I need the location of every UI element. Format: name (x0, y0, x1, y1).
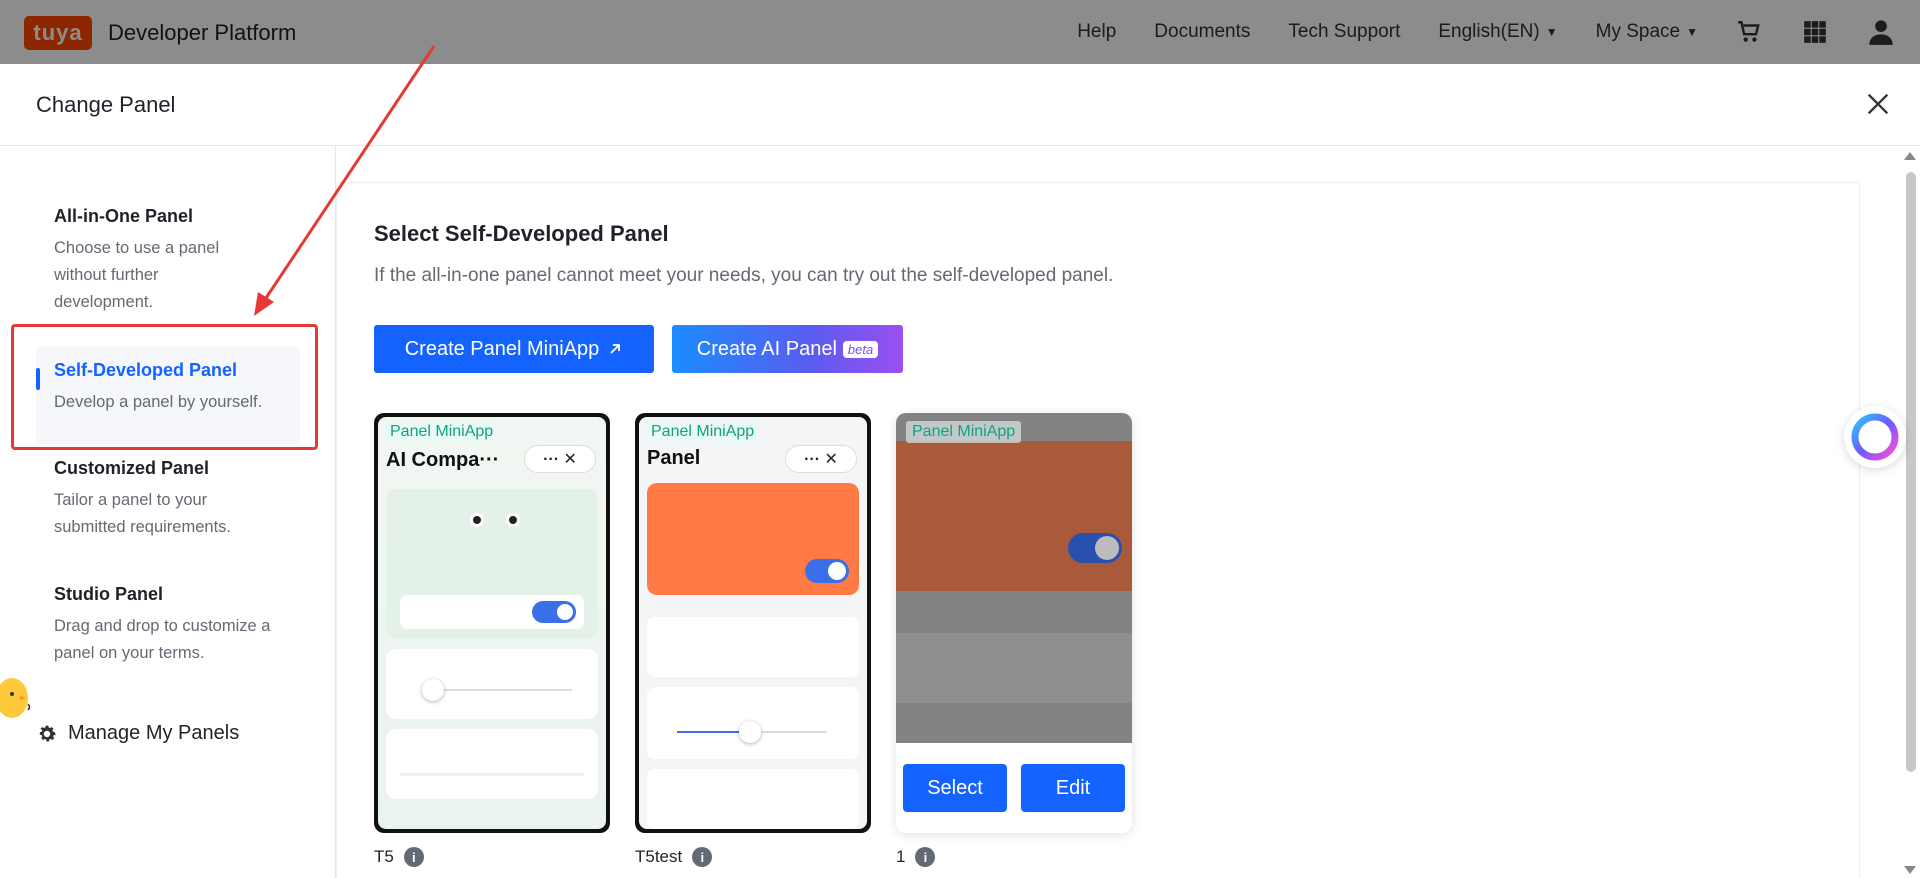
nav-documents[interactable]: Documents (1154, 21, 1250, 43)
panel-tag: Panel MiniApp (645, 421, 761, 443)
drawer-title: Change Panel (36, 92, 176, 117)
nav-language[interactable]: English(EN) ▼ (1438, 21, 1557, 43)
menu-item-desc: Develop a panel by yourself. (54, 393, 263, 411)
change-panel-drawer: Change Panel All-in-One Panel Choose to … (0, 64, 1920, 878)
menu-item-title: Customized Panel (54, 458, 210, 478)
cart-icon[interactable] (1734, 17, 1764, 47)
more-close-pill: ··· ✕ (785, 445, 857, 473)
caret-down-icon: ▼ (1545, 25, 1558, 39)
nav-my-space[interactable]: My Space ▼ (1596, 21, 1698, 43)
menu-item-desc: Tailor a panel to your submitted require… (54, 491, 231, 536)
section-description: If the all-in-one panel cannot meet your… (374, 265, 1114, 286)
menu-item-desc: Choose to use a panel without further de… (54, 239, 220, 311)
panel-preview: Panel ··· ✕ (639, 417, 867, 829)
create-panel-miniapp-button[interactable]: Create Panel MiniApp (374, 325, 654, 373)
user-avatar-icon[interactable] (1866, 17, 1896, 47)
panel-tag: Panel MiniApp (384, 421, 500, 443)
panel-preview-header: Panel (647, 447, 701, 469)
panel-card-t5test[interactable]: Panel ··· ✕ Panel MiniApp (635, 413, 871, 833)
top-nav-links: Help Documents Tech Support English(EN) ▼… (1039, 0, 1896, 64)
scrollbar[interactable] (1902, 146, 1920, 878)
top-navigation-bar: tuya Developer Platform Help Documents T… (0, 0, 1920, 64)
panel-name-t5: T5 i (374, 847, 424, 867)
panel-hover-actions: Select Edit (896, 743, 1132, 833)
select-button[interactable]: Select (903, 764, 1007, 812)
menu-item-self-developed[interactable]: Self-Developed Panel Develop a panel by … (36, 346, 300, 444)
info-icon[interactable]: i (915, 847, 936, 867)
caret-down-icon: ▼ (1686, 25, 1698, 39)
info-icon[interactable]: i (403, 847, 424, 867)
info-icon[interactable]: i (692, 847, 713, 867)
panel-card-t5[interactable]: AI Compa··· ··· ✕ Panel MiniApp (374, 413, 610, 833)
eye-icon (470, 513, 484, 527)
menu-item-studio[interactable]: Studio Panel Drag and drop to customize … (36, 570, 300, 681)
toggle-switch (805, 559, 849, 583)
manage-my-panels-label: Manage My Panels (68, 722, 240, 744)
toggle-switch (532, 601, 576, 623)
ai-assistant-button[interactable] (1844, 406, 1906, 468)
menu-item-customized[interactable]: Customized Panel Tailor a panel to your … (36, 444, 300, 555)
manage-my-panels-link[interactable]: Manage My Panels (36, 722, 239, 745)
drawer-header: Change Panel (0, 64, 1920, 146)
scroll-down-arrow-icon[interactable] (1904, 866, 1916, 874)
brand-name: Developer Platform (108, 20, 297, 45)
panel-preview-header: AI Compa··· (386, 449, 500, 471)
menu-item-all-in-one[interactable]: All-in-One Panel Choose to use a panel w… (36, 192, 300, 330)
menu-item-desc: Drag and drop to customize a panel on yo… (54, 617, 271, 662)
menu-item-title: Self-Developed Panel (54, 360, 238, 380)
eye-icon (506, 513, 520, 527)
more-close-pill: ··· ✕ (524, 445, 596, 473)
main-content: Select Self-Developed Panel If the all-i… (336, 146, 1920, 878)
panel-tag: Panel MiniApp (906, 421, 1022, 443)
menu-item-title: Studio Panel (54, 584, 164, 604)
close-icon[interactable] (1864, 90, 1892, 118)
panel-preview (896, 413, 1132, 743)
nav-tech-support[interactable]: Tech Support (1288, 21, 1400, 43)
panel-name-1: 1 i (896, 847, 936, 867)
panel-name-t5test: T5test i (635, 847, 713, 867)
menu-item-title: All-in-One Panel (54, 206, 194, 226)
beta-badge: beta (842, 340, 879, 358)
panel-preview: AI Compa··· ··· ✕ (378, 417, 606, 829)
panel-type-menu: All-in-One Panel Choose to use a panel w… (0, 146, 336, 878)
scrollbar-thumb[interactable] (1906, 172, 1916, 772)
tuya-logo[interactable]: tuya (24, 16, 92, 50)
apps-grid-icon[interactable] (1800, 17, 1830, 47)
ai-assistant-icon (1851, 413, 1899, 461)
scroll-up-arrow-icon[interactable] (1904, 152, 1916, 160)
gear-icon (39, 725, 56, 741)
edit-button[interactable]: Edit (1021, 764, 1125, 812)
panel-card-1[interactable]: Panel MiniApp Select Edit (896, 413, 1132, 833)
create-ai-panel-button[interactable]: Create AI Panel beta (672, 325, 903, 373)
nav-help[interactable]: Help (1077, 21, 1116, 43)
external-link-icon (610, 344, 621, 354)
section-title: Select Self-Developed Panel (374, 221, 669, 246)
self-developed-card: Select Self-Developed Panel If the all-i… (336, 182, 1860, 878)
mascot-chick-icon[interactable] (0, 672, 34, 722)
